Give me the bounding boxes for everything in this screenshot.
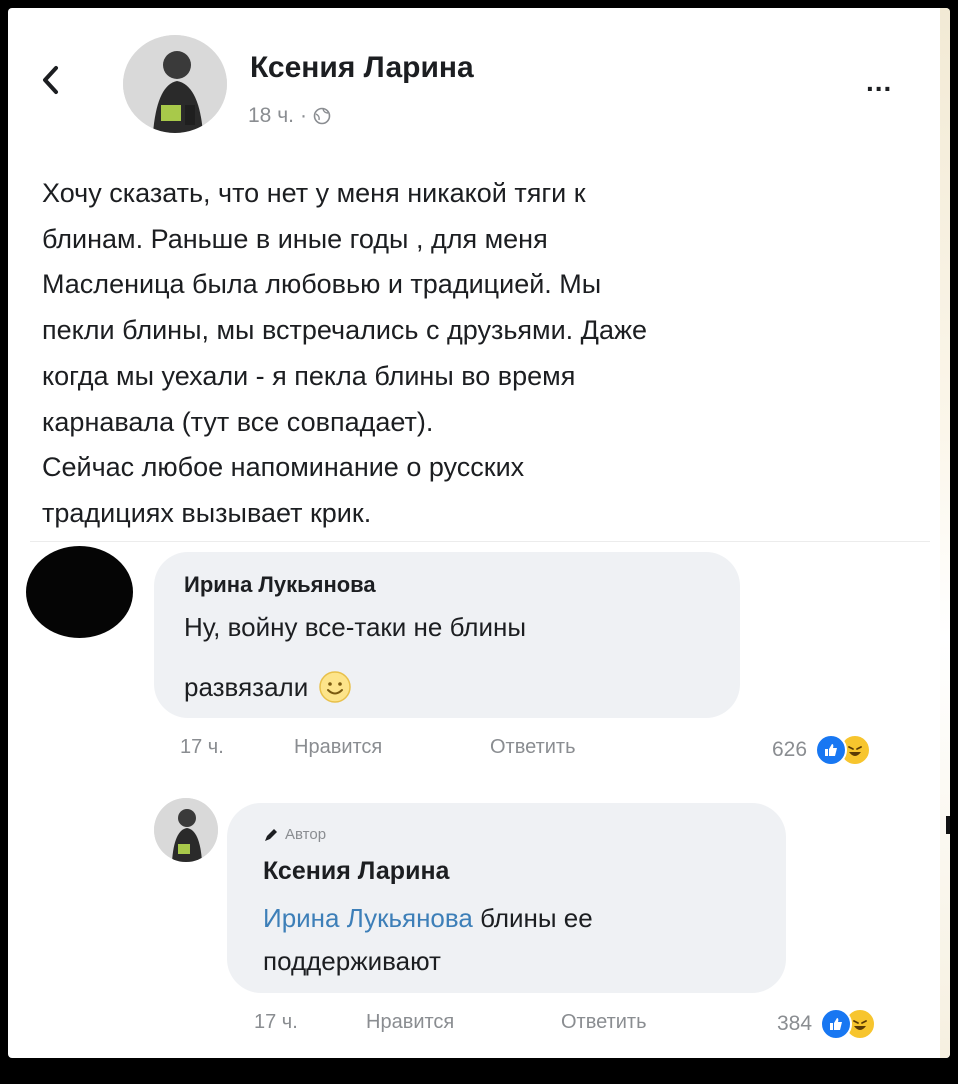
reply-reply-button[interactable]: Ответить bbox=[561, 1011, 647, 1034]
reply-actions: 17 ч. Нравится Ответить bbox=[254, 1011, 647, 1034]
post-line: блинам. Раньше в иные годы , для меня bbox=[42, 223, 548, 254]
meta-separator: · bbox=[299, 104, 307, 127]
reaction-count: 626 bbox=[772, 738, 808, 761]
post-author-name[interactable]: Ксения Ларина bbox=[250, 51, 474, 85]
post-line: пекли блины, мы встречались с друзьями. … bbox=[42, 315, 648, 346]
reply-reaction-summary[interactable]: 384 bbox=[777, 1008, 877, 1040]
reply-text: блины ее bbox=[472, 903, 593, 933]
post-line: карнавала (тут все совпадает). bbox=[42, 406, 434, 437]
more-options-button[interactable]: ... bbox=[866, 66, 892, 98]
post-time[interactable]: 18 ч. bbox=[248, 104, 294, 128]
reply-bubble: Автор Ксения Ларина Ирина Лукьянова блин… bbox=[227, 803, 786, 993]
pen-icon bbox=[265, 828, 277, 841]
reaction-count: 384 bbox=[777, 1012, 813, 1035]
like-reply-button[interactable]: Нравится bbox=[366, 1011, 561, 1034]
post-line: Хочу сказать, что нет у меня никакой тяг… bbox=[42, 178, 586, 208]
commenter-avatar[interactable] bbox=[26, 546, 133, 638]
comment-actions: 17 ч. Нравится Ответить bbox=[180, 736, 576, 759]
post-line: традициях вызывает крик. bbox=[42, 497, 372, 528]
mention-link[interactable]: Ирина Лукьянова bbox=[263, 903, 473, 933]
author-badge-label: Автор bbox=[285, 826, 327, 843]
post-line: Масленица была любовью и традицией. Мы bbox=[42, 269, 602, 300]
chevron-left-icon bbox=[43, 66, 58, 94]
background-edge bbox=[940, 8, 950, 1058]
post-card: Ксения Ларина 18 ч. · ... Хочу сказать, … bbox=[8, 8, 950, 1058]
reply-time[interactable]: 17 ч. bbox=[254, 1011, 366, 1034]
like-icon bbox=[820, 1008, 853, 1040]
author-avatar[interactable] bbox=[123, 35, 227, 133]
commenter-name[interactable]: Ирина Лукьянова bbox=[184, 572, 376, 598]
post-body: Хочу сказать, что нет у меня никакой тяг… bbox=[42, 171, 922, 537]
back-button[interactable] bbox=[30, 60, 70, 100]
globe-icon bbox=[313, 107, 331, 125]
author-badge: Автор bbox=[263, 826, 326, 843]
post-line: Сейчас любое напоминание о русских bbox=[42, 452, 525, 483]
reply-text-line-2: поддерживают bbox=[263, 946, 441, 976]
comment-time[interactable]: 17 ч. bbox=[180, 736, 294, 759]
like-comment-button[interactable]: Нравится bbox=[294, 736, 490, 759]
reply-author-avatar[interactable] bbox=[154, 798, 218, 862]
post-meta: 18 ч. · bbox=[248, 104, 331, 128]
reply-comment-button[interactable]: Ответить bbox=[490, 736, 576, 759]
reply-text-line: Ирина Лукьянова блины ее bbox=[263, 903, 593, 934]
comment-text: развязали bbox=[184, 671, 309, 702]
reply-author-name[interactable]: Ксения Ларина bbox=[263, 857, 449, 886]
post-line: когда мы уехали - я пекла блины во время bbox=[42, 360, 576, 391]
edge-mark bbox=[946, 816, 950, 834]
smiley-icon bbox=[319, 671, 351, 703]
divider bbox=[30, 541, 930, 542]
comment-text-line: Ну, войну все-таки не блины bbox=[184, 612, 527, 642]
reaction-summary[interactable]: 626 bbox=[772, 734, 872, 766]
comment-bubble: Ирина Лукьянова Ну, войну все-таки не бл… bbox=[154, 552, 740, 718]
like-icon bbox=[815, 734, 848, 766]
comment-text-line-2: развязали bbox=[184, 670, 352, 704]
